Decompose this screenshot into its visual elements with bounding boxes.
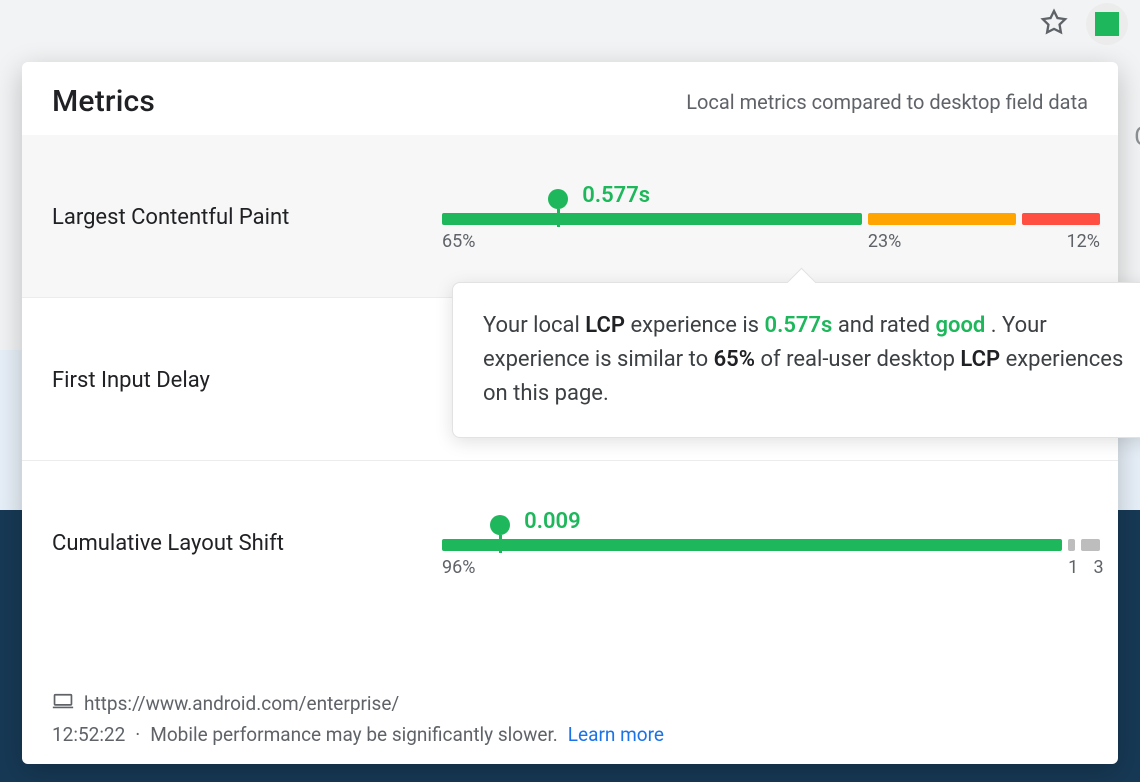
segment-good [442,539,1062,551]
metric-name: Largest Contentful Paint [52,205,442,230]
segment-label: 96% [442,557,1062,578]
panel-title: Metrics [52,84,155,119]
segment-labels: 96%13 [442,557,1088,578]
distribution: 0.577s65%23%12% [442,183,1088,252]
tooltip-text: of real-user desktop [760,347,960,372]
web-vitals-panel: Metrics Local metrics compared to deskto… [22,62,1118,764]
tooltip-abbr-lcp: LCP [585,313,625,338]
cropped-glyph-right: C [1134,122,1140,152]
tooltip-text: experience is [630,313,764,338]
metric-value: 0.009 [524,509,581,534]
segment-mute [1081,539,1100,551]
metric-tooltip: Your local LCP experience is 0.577s and … [452,282,1140,438]
segment-warn [868,213,1017,225]
segment-label: 65% [442,231,862,252]
segment-label: 12% [1022,231,1100,252]
tooltip-text: and rated [838,313,936,338]
metric-row[interactable]: Largest Contentful Paint0.577s65%23%12% [22,135,1118,298]
segment-good [442,213,862,225]
footer-time: 12:52:22 [52,723,125,746]
metric-name: First Input Delay [52,368,442,393]
profile-avatar[interactable] [1086,3,1128,45]
distribution: 0.00996%13 [442,509,1088,578]
segment-labels: 65%23%12% [442,231,1088,252]
tooltip-similar-pct: 65% [714,347,755,372]
segment-mute [1068,539,1074,551]
tooltip-abbr-lcp: LCP [960,347,1000,372]
footer-url: https://www.android.com/enterprise/ [84,692,399,715]
metric-name: Cumulative Layout Shift [52,531,442,556]
segment-label: 3 [1084,557,1103,578]
tooltip-rating: good [936,313,986,338]
distribution-bar: 0.577s [442,213,1088,225]
bookmark-star-icon[interactable] [1040,8,1068,40]
tooltip-value: 0.577s [765,313,833,338]
cropped-glyph-left: e [0,260,1,290]
segment-label: 23% [868,231,1017,252]
footer-separator: · [135,723,140,746]
metric-value: 0.577s [582,183,650,208]
learn-more-link[interactable]: Learn more [568,723,664,746]
laptop-icon [52,692,74,715]
distribution-bar: 0.009 [442,539,1088,551]
segment-bad [1022,213,1100,225]
tooltip-text: Your local [483,313,585,338]
panel-footer: https://www.android.com/enterprise/ 12:5… [22,682,1118,756]
panel-header: Metrics Local metrics compared to deskto… [22,62,1118,135]
footer-warning: Mobile performance may be significantly … [150,723,558,746]
panel-subtitle: Local metrics compared to desktop field … [686,90,1088,114]
metric-row[interactable]: Cumulative Layout Shift0.00996%13 [22,461,1118,623]
browser-toolbar [0,0,1140,48]
segment-label: 1 [1068,557,1078,578]
